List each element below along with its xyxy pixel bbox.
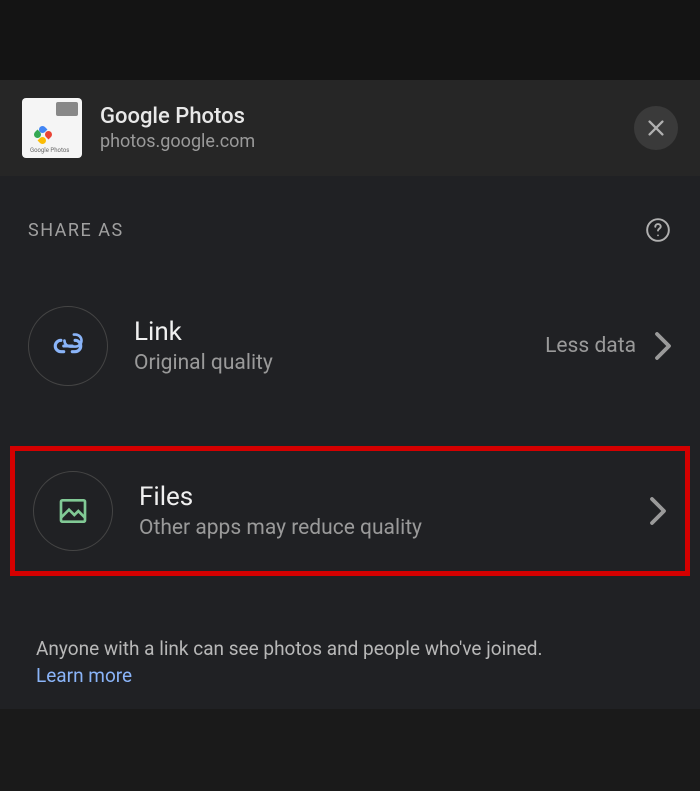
app-url: photos.google.com — [100, 131, 616, 152]
disclaimer-text: Anyone with a link can see photos and pe… — [36, 637, 543, 660]
share-sheet: SHARE AS Link Original quality Less data — [0, 176, 700, 709]
help-icon — [645, 217, 671, 243]
chevron-right-icon — [654, 331, 672, 361]
share-option-link[interactable]: Link Original quality Less data — [0, 284, 700, 408]
link-icon — [51, 329, 85, 363]
link-option-title: Link — [134, 317, 519, 347]
link-icon-circle — [28, 306, 108, 386]
image-icon — [57, 495, 89, 527]
learn-more-link[interactable]: Learn more — [36, 664, 132, 687]
photo-thumbnail: Google Photos — [22, 98, 82, 158]
link-option-meta: Less data — [545, 334, 636, 358]
share-option-files[interactable]: Files Other apps may reduce quality — [27, 465, 673, 557]
files-highlight: Files Other apps may reduce quality — [10, 446, 690, 576]
files-option-title: Files — [139, 482, 623, 512]
link-option-subtitle: Original quality — [134, 351, 519, 375]
top-spacer — [0, 0, 700, 80]
files-option-subtitle: Other apps may reduce quality — [139, 516, 623, 540]
help-button[interactable] — [644, 216, 672, 244]
app-title: Google Photos — [100, 104, 616, 129]
section-label: SHARE AS — [28, 220, 124, 241]
close-button[interactable] — [634, 106, 678, 150]
chevron-right-icon — [649, 496, 667, 526]
footer-disclaimer: Anyone with a link can see photos and pe… — [0, 606, 700, 709]
close-icon — [645, 117, 667, 139]
files-icon-circle — [33, 471, 113, 551]
header-card: Google Photos Google Photos photos.googl… — [0, 80, 700, 176]
